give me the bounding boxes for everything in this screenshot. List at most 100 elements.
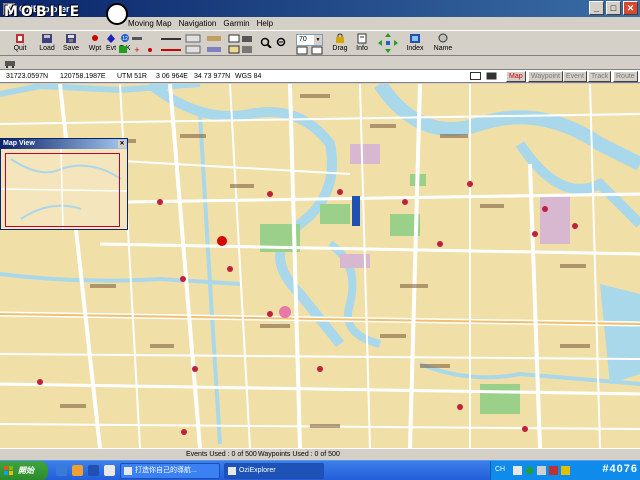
start-label: 開始 xyxy=(18,466,34,475)
minimize-button[interactable]: _ xyxy=(589,1,604,15)
taskbar-item-label: 打造你自己的導航... xyxy=(135,467,197,474)
track-line-icon[interactable] xyxy=(160,45,182,54)
system-tray: CH #4076 xyxy=(490,461,640,480)
print-icon[interactable] xyxy=(241,34,253,43)
title-bar: OziExplorer - _ □ ✕ xyxy=(0,0,640,17)
datum-readout: WGS 84 xyxy=(235,73,262,80)
windows-flag-icon xyxy=(4,466,13,475)
tab-event[interactable]: Event xyxy=(563,71,587,82)
taskbar-item-oziexplorer[interactable]: OziExplorer xyxy=(224,463,324,479)
ie-icon xyxy=(124,467,132,475)
language-indicator[interactable]: CH xyxy=(495,466,505,473)
load-label: Load xyxy=(39,45,55,52)
window-controls: _ □ ✕ xyxy=(589,1,638,15)
green-square-icon[interactable] xyxy=(118,45,128,54)
menu-moving-map[interactable]: Moving Map xyxy=(128,19,172,28)
event-icon xyxy=(107,34,115,43)
tray-network-icon[interactable] xyxy=(525,466,534,475)
svg-text:12: 12 xyxy=(122,36,128,42)
zoom-in-button[interactable] xyxy=(259,32,273,56)
map-view-window[interactable]: Map View ✕ xyxy=(0,138,128,230)
save-label: Save xyxy=(63,45,79,52)
close-icon[interactable]: ✕ xyxy=(118,140,126,148)
menu-bar: Moving Map Navigation Garmin Help xyxy=(0,17,640,30)
quicklaunch-ie-icon[interactable] xyxy=(56,465,67,476)
latitude-readout: 31723.0597N xyxy=(6,73,49,80)
zoom-level-select[interactable]: 70 ▼ xyxy=(296,34,323,46)
menu-navigation[interactable]: Navigation xyxy=(179,19,217,28)
viewport-rectangle[interactable] xyxy=(5,153,120,227)
quicklaunch-app-icon[interactable] xyxy=(104,465,115,476)
gps-icon[interactable] xyxy=(486,72,497,81)
bottom-status-bar: Events Used : 0 of 500 Waypoints Used : … xyxy=(0,448,640,460)
load-button[interactable]: Load xyxy=(37,32,57,56)
tab-route[interactable]: Route xyxy=(613,71,638,82)
magnifier-icon xyxy=(260,37,272,48)
tab-map[interactable]: Map xyxy=(506,71,526,82)
quicklaunch-folder-icon[interactable] xyxy=(72,465,83,476)
quit-button[interactable]: Quit xyxy=(10,32,30,56)
map-view-titlebar[interactable]: Map View ✕ xyxy=(1,139,127,149)
info-button[interactable]: Info xyxy=(354,32,370,56)
properties-icon[interactable] xyxy=(241,45,253,54)
measure-icon[interactable] xyxy=(132,34,142,43)
name-search-icon xyxy=(438,33,448,43)
move-arrows-button[interactable] xyxy=(376,32,400,56)
toolbar: Quit Load Save Wpt Evt 12 TrK + 70▼ xyxy=(0,30,640,56)
route-icon[interactable] xyxy=(160,34,182,43)
index-label: Index xyxy=(406,45,424,52)
start-button[interactable]: 開始 xyxy=(0,461,48,480)
zoom-next-icon[interactable] xyxy=(311,46,323,55)
quicklaunch-desktop-icon[interactable] xyxy=(88,465,99,476)
drag-label: Drag xyxy=(332,45,348,52)
clock: #4076 xyxy=(602,463,638,475)
index-button[interactable]: Index xyxy=(405,32,425,56)
route-list-icon[interactable] xyxy=(206,45,222,54)
map-list-icon[interactable] xyxy=(228,34,240,43)
lock-icon xyxy=(336,33,344,43)
monitor-icon[interactable] xyxy=(470,72,481,81)
waypoint-icon xyxy=(92,35,98,41)
tray-shield-icon[interactable] xyxy=(561,466,570,475)
event-list-icon[interactable] xyxy=(185,45,201,54)
zoom-out-button[interactable] xyxy=(275,32,289,56)
map-view-title: Map View xyxy=(3,140,35,147)
zoom-out-icon xyxy=(276,37,286,47)
waypoint-list-icon[interactable] xyxy=(185,34,201,43)
tray-volume-icon[interactable] xyxy=(537,466,546,475)
tab-waypoint[interactable]: Waypoint xyxy=(528,71,563,82)
maximize-button[interactable]: □ xyxy=(606,1,621,15)
evt-label: Evt xyxy=(105,45,117,52)
tab-track[interactable]: Track xyxy=(588,71,612,82)
northing-readout: 34 73 977N xyxy=(194,73,231,80)
drag-button[interactable]: Drag xyxy=(331,32,349,56)
utm-zone: UTM 51R xyxy=(117,73,147,80)
wpt-label: Wpt xyxy=(88,45,102,52)
load-icon xyxy=(42,34,52,43)
longitude-readout: 120758.1987E xyxy=(60,73,106,80)
zoom-prev-icon[interactable] xyxy=(296,46,308,55)
windows-taskbar: 開始 打造你自己的導航... OziExplorer CH #4076 xyxy=(0,460,640,480)
quit-icon xyxy=(16,34,24,43)
event-button[interactable]: Evt xyxy=(103,32,119,56)
close-button[interactable]: ✕ xyxy=(623,1,638,15)
name-button[interactable]: Name xyxy=(432,32,454,56)
info-icon xyxy=(357,33,367,44)
secondary-toolbar xyxy=(0,57,640,69)
menu-garmin[interactable]: Garmin xyxy=(223,19,249,28)
track-list-icon[interactable] xyxy=(206,34,222,43)
car-icon[interactable] xyxy=(4,58,16,68)
move-arrows-icon xyxy=(378,33,398,53)
save-button[interactable]: Save xyxy=(61,32,81,56)
taskbar-item-article[interactable]: 打造你自己的導航... xyxy=(120,463,220,479)
waypoint-button[interactable]: Wpt xyxy=(87,32,103,56)
coordinate-status-bar: 31723.0597N 120758.1987E UTM 51R 3 06 96… xyxy=(0,69,640,83)
grid-icon[interactable] xyxy=(228,45,240,54)
tray-keyboard-icon[interactable] xyxy=(513,466,522,475)
waypoints-used: Waypoints Used : 0 of 500 xyxy=(258,451,340,458)
dot-icon[interactable] xyxy=(145,45,155,54)
plus-icon[interactable]: + xyxy=(132,45,142,54)
name-label: Name xyxy=(433,45,453,52)
tray-security-icon[interactable] xyxy=(549,466,558,475)
menu-help[interactable]: Help xyxy=(257,19,273,28)
